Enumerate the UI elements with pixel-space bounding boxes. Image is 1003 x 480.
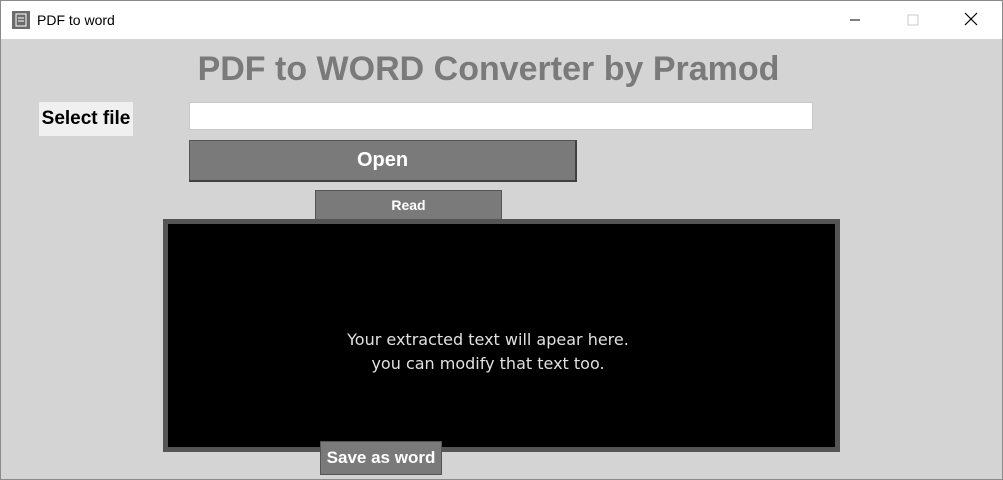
text-area-line-2: you can modify that text too. — [371, 354, 605, 373]
main-content: PDF to WORD Converter by Pramod Select f… — [1, 39, 1002, 479]
extracted-text-area[interactable]: Your extracted text will apear here. you… — [163, 219, 840, 452]
text-area-placeholder: Your extracted text will apear here. you… — [168, 328, 808, 376]
title-bar[interactable]: PDF to word — [1, 1, 1002, 39]
document-icon — [12, 11, 30, 29]
minimize-icon — [849, 11, 861, 30]
close-icon — [964, 11, 978, 30]
maximize-icon — [907, 11, 919, 30]
app-heading: PDF to WORD Converter by Pramod — [197, 50, 780, 88]
open-button[interactable]: Open — [189, 140, 577, 182]
minimize-button[interactable] — [826, 1, 884, 39]
window-title: PDF to word — [37, 12, 115, 28]
app-window: PDF to word PDF to WORD Converter by Pra… — [0, 0, 1003, 480]
read-button[interactable]: Read — [315, 190, 502, 220]
select-file-label: Select file — [39, 102, 133, 136]
maximize-button[interactable] — [884, 1, 942, 39]
close-button[interactable] — [942, 1, 1000, 39]
text-area-line-1: Your extracted text will apear here. — [347, 330, 629, 349]
file-path-input[interactable] — [189, 102, 813, 130]
save-as-word-button[interactable]: Save as word — [320, 441, 442, 475]
